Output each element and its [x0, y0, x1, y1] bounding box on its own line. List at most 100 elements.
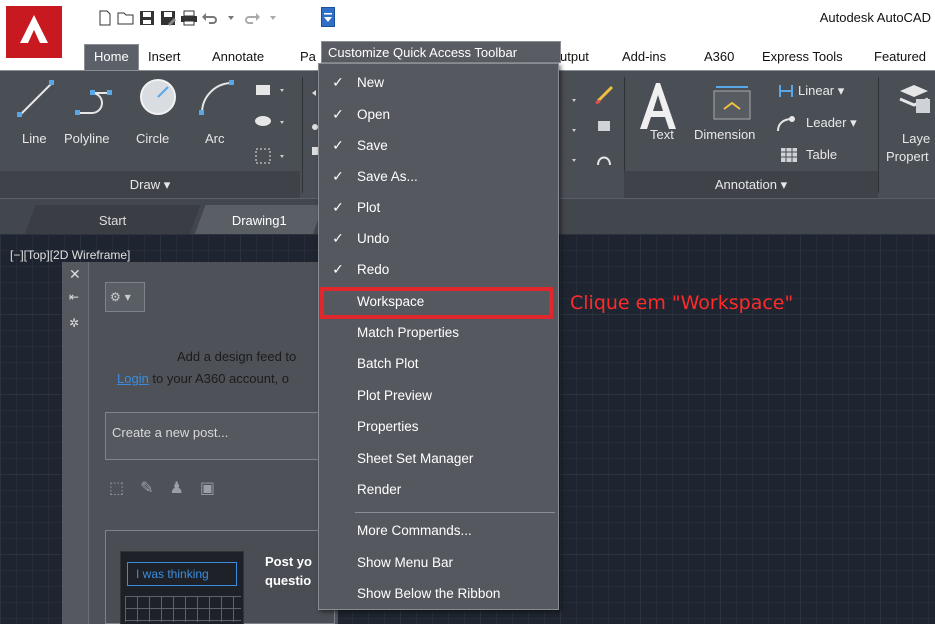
customize-qat-menu: ✓ New ✓ Open ✓ Save ✓ Save As... ✓ Plot ✓ Undo ✓ Redo… [318, 63, 559, 610]
feed-settings-button[interactable]: ⚙ ▾ [105, 282, 145, 312]
add-user-icon[interactable]: ♟ [170, 478, 184, 498]
menu-item-redo[interactable]: ✓ Redo [319, 255, 558, 283]
login-link[interactable]: Login [117, 371, 149, 386]
select-area-icon[interactable]: ⬚ [109, 478, 124, 498]
dimension-label[interactable]: Dimension [694, 127, 755, 142]
menu-item-show-menu-bar[interactable]: Show Menu Bar [319, 548, 558, 576]
menu-item-open[interactable]: ✓ Open [319, 100, 558, 128]
menu-item-sheet-set-manager[interactable]: Sheet Set Manager [319, 444, 558, 472]
linear-dimension-button[interactable]: Linear ▾ [798, 83, 844, 99]
menu-item-more-commands[interactable]: More Commands... [319, 516, 558, 544]
text-label[interactable]: Text [650, 127, 674, 142]
menu-item-label: Properties [357, 418, 419, 434]
line-label[interactable]: Line [22, 131, 47, 146]
settings-icon[interactable]: ✲ [69, 316, 79, 330]
thinking-field: I was thinking [127, 562, 237, 586]
viewport-controls[interactable]: [−][Top][2D Wireframe] [10, 248, 130, 262]
menu-item-render[interactable]: Render [319, 475, 558, 503]
checkmark-icon: ✓ [332, 73, 344, 90]
circle-icon[interactable] [138, 77, 178, 117]
post-prompt-line-1: Post yo [265, 554, 312, 569]
quick-access-toolbar [94, 7, 283, 29]
pin-icon[interactable]: ✎ [140, 478, 153, 498]
collapse-icon[interactable]: ⇤ [69, 290, 79, 304]
menu-item-label: Show Menu Bar [357, 554, 454, 570]
dimension-icon[interactable] [710, 81, 754, 121]
polyline-label[interactable]: Polyline [64, 131, 110, 146]
instruction-callout: Clique em "Workspace" [570, 292, 794, 314]
tab-parametric[interactable]: Pa [300, 49, 316, 64]
tab-express-tools[interactable]: Express Tools [762, 49, 843, 64]
circle-label[interactable]: Circle [136, 131, 169, 146]
menu-item-label: Batch Plot [357, 355, 419, 371]
menu-item-show-below-the-ribbon[interactable]: Show Below the Ribbon [319, 579, 558, 607]
panel-separator [878, 77, 879, 193]
layer-properties-label-2[interactable]: Propert [886, 149, 929, 164]
tab-start-label: Start [98, 212, 127, 228]
save-as-icon[interactable] [157, 8, 178, 28]
redo-icon[interactable] [241, 8, 262, 28]
menu-item-label: Redo [357, 261, 390, 277]
line-icon[interactable] [16, 79, 56, 119]
menu-item-match-properties[interactable]: Match Properties [319, 318, 558, 346]
menu-item-label: Open [357, 106, 391, 122]
menu-item-new[interactable]: ✓ New [319, 68, 558, 96]
table-button[interactable]: Table [806, 147, 837, 162]
menu-item-label: Match Properties [357, 324, 460, 340]
menu-item-label: Save As... [357, 168, 418, 184]
close-icon[interactable]: ✕ [69, 266, 81, 283]
menu-item-properties[interactable]: Properties [319, 412, 558, 440]
draw-small-tools-icon[interactable] [252, 81, 292, 171]
checkmark-icon: ✓ [332, 136, 344, 153]
leader-button[interactable]: Leader ▾ [806, 115, 857, 131]
linear-dimension-icon[interactable] [778, 83, 794, 99]
menu-item-save-as[interactable]: ✓ Save As... [319, 162, 558, 190]
menu-item-label: Render [357, 481, 402, 497]
image-icon[interactable]: ▣ [200, 478, 215, 498]
tab-add-ins[interactable]: Add-ins [622, 49, 666, 64]
undo-dropdown-icon[interactable] [220, 8, 241, 28]
checkmark-icon: ✓ [332, 229, 344, 246]
new-icon[interactable] [94, 8, 115, 28]
layer-properties-label-1[interactable]: Laye [902, 131, 930, 146]
tab-drawing1[interactable]: Drawing1 [194, 205, 324, 235]
save-icon[interactable] [136, 8, 157, 28]
checkmark-icon: ✓ [332, 105, 344, 122]
layer-properties-icon[interactable] [896, 81, 932, 117]
polyline-icon[interactable] [72, 81, 118, 119]
menu-item-plot-preview[interactable]: Plot Preview [319, 381, 558, 409]
menu-item-plot[interactable]: ✓ Plot [319, 193, 558, 221]
panel-separator [302, 77, 303, 193]
tab-annotate[interactable]: Annotate [212, 49, 264, 64]
arc-icon[interactable] [196, 77, 236, 117]
menu-item-undo[interactable]: ✓ Undo [319, 224, 558, 252]
tab-output[interactable]: utput [560, 49, 589, 64]
text-icon[interactable] [636, 77, 680, 133]
open-icon[interactable] [115, 8, 136, 28]
tab-insert[interactable]: Insert [148, 49, 181, 64]
tab-a360[interactable]: A360 [704, 49, 734, 64]
leader-icon[interactable] [776, 113, 796, 133]
menu-item-save[interactable]: ✓ Save [319, 131, 558, 159]
draw-panel-title[interactable]: Draw ▾ [0, 171, 300, 199]
tab-start[interactable]: Start [24, 205, 201, 235]
autocad-logo-icon[interactable] [6, 6, 62, 58]
checkmark-icon: ✓ [332, 260, 344, 277]
checkmark-icon: ✓ [332, 167, 344, 184]
arc-label[interactable]: Arc [205, 131, 225, 146]
undo-icon[interactable] [199, 8, 220, 28]
window-title: Autodesk AutoCAD [819, 10, 931, 25]
layers-tools-icon[interactable] [568, 81, 618, 171]
menu-item-batch-plot[interactable]: Batch Plot [319, 349, 558, 377]
checkmark-icon: ✓ [332, 198, 344, 215]
feed-login-text: Login to your A360 account, o [117, 371, 289, 386]
table-icon[interactable] [780, 147, 798, 163]
redo-dropdown-icon[interactable] [262, 8, 283, 28]
new-post-input[interactable]: Create a new post... [105, 412, 335, 460]
tab-featured[interactable]: Featured [874, 49, 926, 64]
plot-icon[interactable] [178, 8, 199, 28]
tab-home[interactable]: Home [84, 44, 139, 70]
annotation-panel-title[interactable]: Annotation ▾ [624, 171, 878, 199]
menu-item-label: New [357, 74, 385, 90]
qat-dropdown-icon[interactable] [321, 7, 335, 27]
